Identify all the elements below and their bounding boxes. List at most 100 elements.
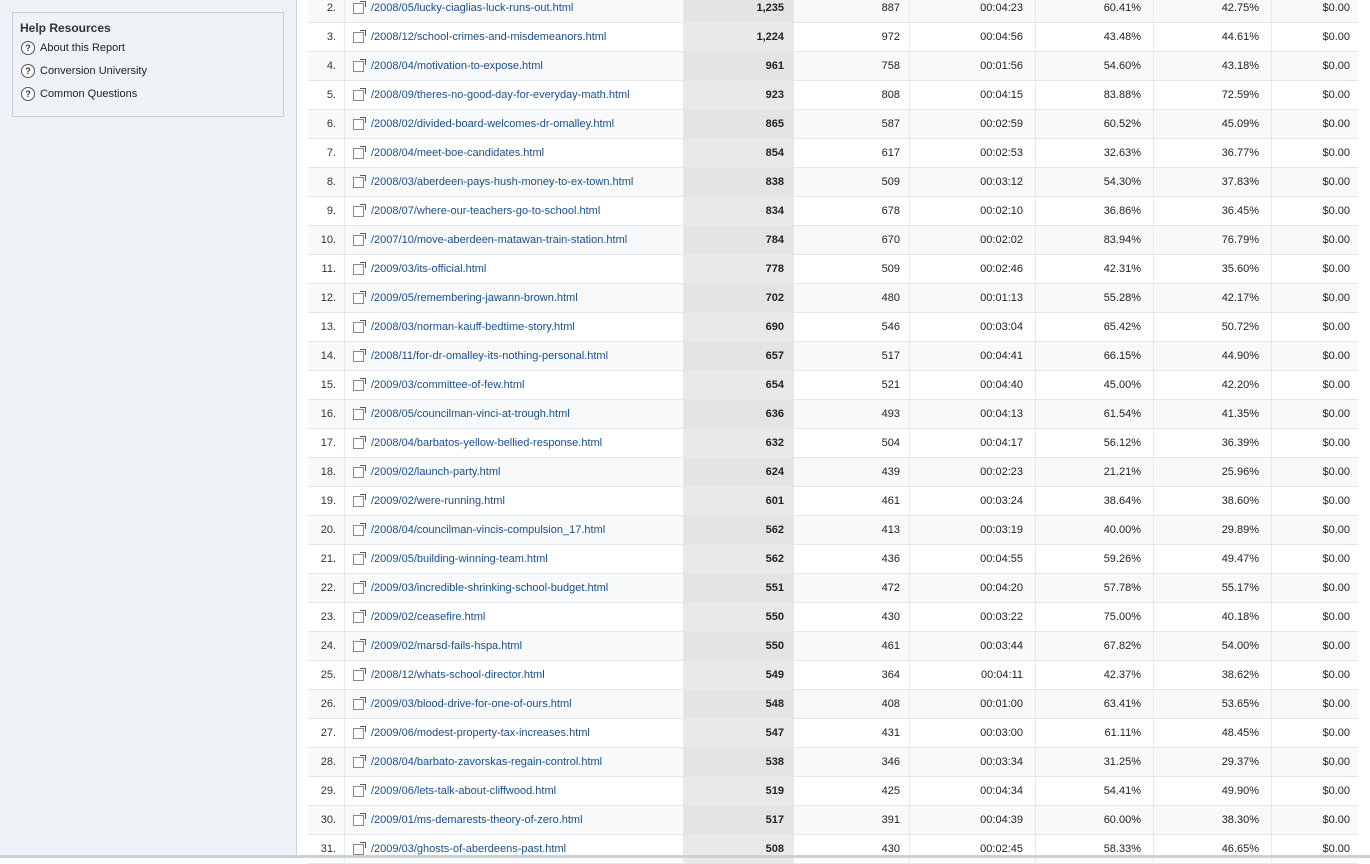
page-link[interactable]: /2009/06/lets-talk-about-cliffwood.html: [371, 785, 556, 797]
bounce-rate-cell: 42.31%: [1036, 255, 1154, 283]
external-link-icon[interactable]: [353, 319, 366, 333]
unique-pageviews-cell: 587: [794, 110, 910, 138]
page-cell: /2008/11/for-dr-omalley-its-nothing-pers…: [345, 342, 684, 370]
page-link[interactable]: /2008/02/divided-board-welcomes-dr-omall…: [371, 118, 614, 130]
page-cell: /2009/06/lets-talk-about-cliffwood.html: [345, 777, 684, 805]
avg-time-on-page-cell: 00:01:56: [910, 52, 1036, 80]
page-link[interactable]: /2007/10/move-aberdeen-matawan-train-sta…: [371, 234, 627, 246]
exit-rate-cell: 42.17%: [1154, 284, 1272, 312]
page-link[interactable]: /2009/02/launch-party.html: [371, 466, 500, 478]
page-link[interactable]: /2008/11/for-dr-omalley-its-nothing-pers…: [371, 350, 608, 362]
page-link[interactable]: /2008/04/meet-boe-candidates.html: [371, 147, 544, 159]
page-link[interactable]: /2009/02/ceasefire.html: [371, 611, 485, 623]
page-link[interactable]: /2008/12/school-crimes-and-misdemeanors.…: [371, 31, 606, 43]
external-link-icon[interactable]: [353, 348, 366, 362]
page-link[interactable]: /2009/03/its-official.html: [371, 263, 486, 275]
page-link[interactable]: /2009/01/ms-demarests-theory-of-zero.htm…: [371, 814, 583, 826]
page-link[interactable]: /2009/03/blood-drive-for-one-of-ours.htm…: [371, 698, 572, 710]
external-link-icon[interactable]: [353, 377, 366, 391]
help-resources-box: Help Resources ? About this Report ? Con…: [12, 12, 284, 117]
index-value-cell: $0.00: [1322, 524, 1350, 536]
external-link-icon[interactable]: [353, 261, 366, 275]
external-link-icon[interactable]: [353, 174, 366, 188]
page-cell: /2008/12/school-crimes-and-misdemeanors.…: [345, 23, 684, 51]
page-link[interactable]: /2008/04/councilman-vincis-compulsion_17…: [371, 524, 605, 536]
exit-rate-cell: 36.77%: [1154, 139, 1272, 167]
page-link[interactable]: /2008/07/where-our-teachers-go-to-school…: [371, 205, 600, 217]
avg-time-on-page-cell: 00:03:12: [910, 168, 1036, 196]
help-link-about-report[interactable]: ? About this Report: [21, 40, 125, 56]
page-link[interactable]: /2009/06/modest-property-tax-increases.h…: [371, 727, 590, 739]
external-link-icon[interactable]: [353, 464, 366, 478]
unique-pageviews-cell: 758: [794, 52, 910, 80]
page-link[interactable]: /2008/04/barbato-zavorskas-regain-contro…: [371, 756, 602, 768]
bounce-rate-cell: 60.00%: [1036, 806, 1154, 834]
external-link-icon[interactable]: [353, 551, 366, 565]
pageviews-cell: 547: [684, 719, 794, 747]
page-link[interactable]: /2009/02/marsd-fails-hspa.html: [371, 640, 522, 652]
external-link-icon[interactable]: [353, 841, 366, 855]
external-link-icon[interactable]: [353, 232, 366, 246]
page-link[interactable]: /2008/12/whats-school-director.html: [371, 669, 545, 681]
table-row: 24. /2009/02/marsd-fails-hspa.html 550 461 0…: [308, 632, 1358, 661]
external-link-icon[interactable]: [353, 783, 366, 797]
page-link[interactable]: /2009/05/remembering-jawann-brown.html: [371, 292, 578, 304]
external-link-icon[interactable]: [353, 435, 366, 449]
external-link-icon[interactable]: [353, 87, 366, 101]
page-link[interactable]: /2008/04/motivation-to-expose.html: [371, 60, 543, 72]
external-link-icon[interactable]: [353, 754, 366, 768]
external-link-icon[interactable]: [353, 667, 366, 681]
bounce-rate-cell: 65.42%: [1036, 313, 1154, 341]
row-number: 16.: [308, 400, 345, 428]
external-link-icon[interactable]: [353, 522, 366, 536]
external-link-icon[interactable]: [353, 638, 366, 652]
page-link[interactable]: /2008/05/councilman-vinci-at-trough.html: [371, 408, 570, 420]
table-row: 28. /2008/04/barbato-zavorskas-regain-con…: [308, 748, 1358, 777]
avg-time-on-page-cell: 00:04:56: [910, 23, 1036, 51]
page-link[interactable]: /2009/03/incredible-shrinking-school-bud…: [371, 582, 608, 594]
table-row: 31. /2009/03/ghosts-of-aberdeens-past.htm…: [308, 835, 1358, 864]
avg-time-on-page-cell: 00:03:00: [910, 719, 1036, 747]
unique-pageviews-cell: 546: [794, 313, 910, 341]
external-link-icon[interactable]: [353, 29, 366, 43]
external-link-icon[interactable]: [353, 812, 366, 826]
page-link[interactable]: /2008/05/lucky-ciaglias-luck-runs-out.ht…: [371, 2, 573, 14]
page-link[interactable]: /2009/02/were-running.html: [371, 495, 505, 507]
external-link-icon[interactable]: [353, 116, 366, 130]
exit-rate-cell: 29.37%: [1154, 748, 1272, 776]
table-row: 14. /2008/11/for-dr-omalley-its-nothing-p…: [308, 342, 1358, 371]
external-link-icon[interactable]: [353, 696, 366, 710]
external-link-icon[interactable]: [353, 58, 366, 72]
table-row: 17. /2008/04/barbatos-yellow-bellied-resp…: [308, 429, 1358, 458]
table-row: 4. /2008/04/motivation-to-expose.html 961 7…: [308, 52, 1358, 81]
page-link[interactable]: /2008/09/theres-no-good-day-for-everyday…: [371, 89, 630, 101]
external-link-icon[interactable]: [353, 290, 366, 304]
page-link[interactable]: /2009/03/ghosts-of-aberdeens-past.html: [371, 843, 566, 855]
unique-pageviews-cell: 461: [794, 632, 910, 660]
external-link-icon[interactable]: [353, 203, 366, 217]
avg-time-on-page-cell: 00:04:11: [910, 661, 1036, 689]
index-value-cell: $0.00: [1322, 466, 1350, 478]
exit-rate-cell: 53.65%: [1154, 690, 1272, 718]
page-link[interactable]: /2009/03/committee-of-few.html: [371, 379, 524, 391]
page-link[interactable]: /2008/03/aberdeen-pays-hush-money-to-ex-…: [371, 176, 633, 188]
exit-rate-cell: 48.45%: [1154, 719, 1272, 747]
external-link-icon[interactable]: [353, 0, 366, 14]
external-link-icon[interactable]: [353, 145, 366, 159]
help-link-conversion-university[interactable]: ? Conversion University: [21, 63, 147, 79]
pageviews-cell: 838: [684, 168, 794, 196]
index-value-cell: $0.00: [1322, 582, 1350, 594]
bounce-rate-cell: 31.25%: [1036, 748, 1154, 776]
index-value-cell: $0.00: [1322, 640, 1350, 652]
external-link-icon[interactable]: [353, 493, 366, 507]
page-link[interactable]: /2008/04/barbatos-yellow-bellied-respons…: [371, 437, 602, 449]
page-link[interactable]: /2008/03/norman-kauff-bedtime-story.html: [371, 321, 575, 333]
exit-rate-cell: 35.60%: [1154, 255, 1272, 283]
avg-time-on-page-cell: 00:01:00: [910, 690, 1036, 718]
help-link-common-questions[interactable]: ? Common Questions: [21, 86, 137, 102]
external-link-icon[interactable]: [353, 725, 366, 739]
external-link-icon[interactable]: [353, 406, 366, 420]
external-link-icon[interactable]: [353, 609, 366, 623]
page-link[interactable]: /2009/05/building-winning-team.html: [371, 553, 548, 565]
external-link-icon[interactable]: [353, 580, 366, 594]
